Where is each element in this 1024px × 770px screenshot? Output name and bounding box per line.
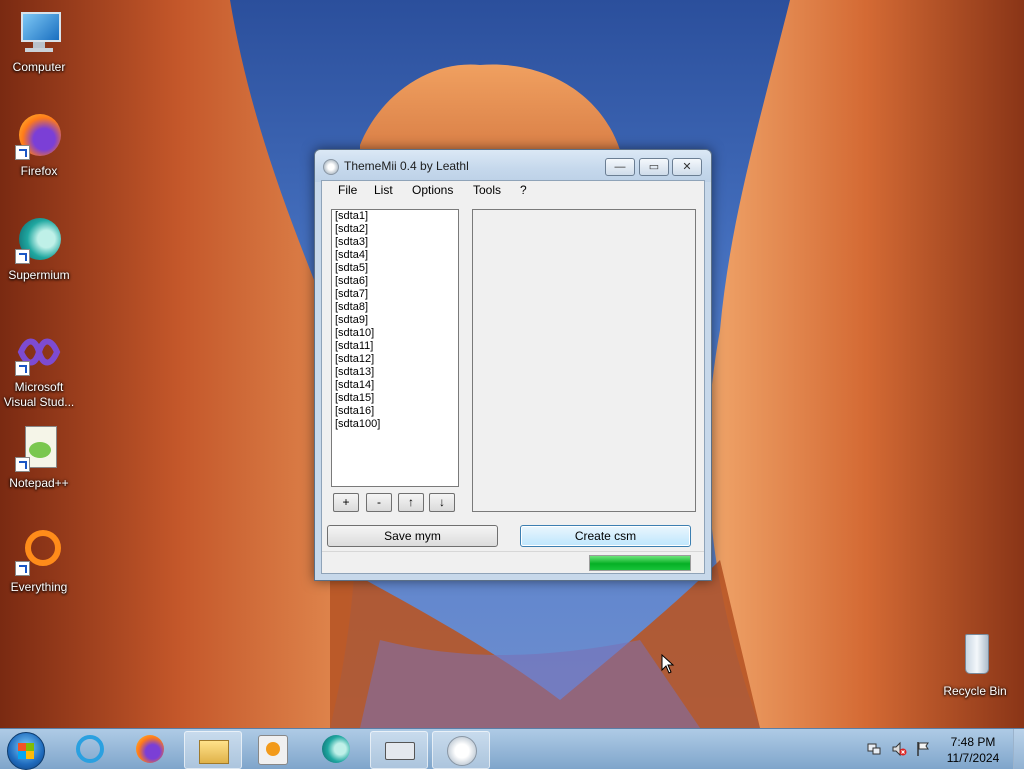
list-item[interactable]: [sdta8] <box>332 301 458 314</box>
list-item[interactable]: [sdta1] <box>332 210 458 223</box>
list-item[interactable]: [sdta11] <box>332 340 458 353</box>
list-item[interactable]: [sdta16] <box>332 405 458 418</box>
clock-date: 11/7/2024 <box>946 751 1000 765</box>
taskbar-supermium[interactable] <box>308 731 364 767</box>
close-icon: ✕ <box>682 161 692 173</box>
maximize-icon: ▭ <box>648 161 660 173</box>
list-item[interactable]: [sdta100] <box>332 418 458 431</box>
list-item[interactable]: [sdta2] <box>332 223 458 236</box>
list-item[interactable]: [sdta14] <box>332 379 458 392</box>
taskbar-keyboard-settings[interactable] <box>370 731 428 769</box>
notepadpp-icon <box>15 424 63 472</box>
list-item[interactable]: [sdta15] <box>332 392 458 405</box>
move-down-button[interactable]: ↓ <box>429 493 455 512</box>
firefox-icon <box>136 735 164 763</box>
list-item[interactable]: [sdta13] <box>332 366 458 379</box>
menu-file[interactable]: File <box>338 183 357 197</box>
taskbar-file-explorer[interactable] <box>184 731 242 769</box>
menu-options[interactable]: Options <box>412 183 453 197</box>
desktop-icon-firefox[interactable]: Firefox <box>0 112 78 179</box>
desktop-icon-visual-studio[interactable]: Microsoft Visual Stud... <box>0 328 78 410</box>
taskbar: 7:48 PM 11/7/2024 <box>0 728 1024 770</box>
desktop-icon-supermium[interactable]: Supermium <box>0 216 78 283</box>
desktop-icon-computer[interactable]: Computer <box>0 8 78 75</box>
media-player-icon <box>258 735 288 765</box>
keyboard-settings-icon <box>385 742 415 760</box>
taskbar-thememii[interactable] <box>432 731 490 769</box>
shortcut-arrow-icon <box>15 145 30 160</box>
desktop-icon-label: Computer <box>12 60 66 74</box>
computer-icon <box>15 8 63 56</box>
window-titlebar[interactable]: ThemeMii 0.4 by Leathl — ▭ ✕ <box>315 150 711 182</box>
remove-item-button[interactable]: - <box>366 493 392 512</box>
progress-bar <box>589 555 691 571</box>
list-item[interactable]: [sdta9] <box>332 314 458 327</box>
menu-tools[interactable]: Tools <box>473 183 501 197</box>
thememii-icon <box>447 736 477 766</box>
taskbar-firefox[interactable] <box>122 731 178 767</box>
preview-panel <box>472 209 696 512</box>
windows-logo-icon-lower <box>18 751 34 759</box>
desktop-icon-label: Microsoft Visual Stud... <box>3 380 75 409</box>
shortcut-arrow-icon <box>15 457 30 472</box>
supermium-icon <box>322 735 350 763</box>
desktop-icon-label: Recycle Bin <box>943 684 1007 698</box>
thememii-window: ThemeMii 0.4 by Leathl — ▭ ✕ File List O… <box>314 149 712 581</box>
system-clock[interactable]: 7:48 PM 11/7/2024 <box>940 734 1006 766</box>
file-explorer-icon <box>199 740 229 764</box>
status-bar <box>322 551 704 574</box>
desktop-icon-label: Notepad++ <box>9 476 69 490</box>
list-item[interactable]: [sdta7] <box>332 288 458 301</box>
network-icon[interactable] <box>866 741 882 757</box>
move-up-button[interactable]: ↑ <box>398 493 424 512</box>
save-mym-button[interactable]: Save mym <box>327 525 498 547</box>
window-title: ThemeMii 0.4 by Leathl <box>344 159 469 173</box>
list-item[interactable]: [sdta10] <box>332 327 458 340</box>
shortcut-arrow-icon <box>15 361 30 376</box>
action-center-flag-icon[interactable] <box>915 741 931 757</box>
progress-fill <box>590 556 690 570</box>
taskbar-internet-explorer[interactable] <box>62 731 118 767</box>
supermium-icon <box>15 216 63 264</box>
show-desktop-button[interactable] <box>1013 729 1024 769</box>
shortcut-arrow-icon <box>15 561 30 576</box>
desktop-icon-label: Supermium <box>8 268 70 282</box>
clock-time: 7:48 PM <box>950 735 996 749</box>
taskbar-media-player[interactable] <box>244 731 300 767</box>
recycle-bin-icon <box>951 632 999 680</box>
sdta-listbox[interactable]: [sdta1] [sdta2] [sdta3] [sdta4] [sdta5] … <box>331 209 459 487</box>
create-csm-button[interactable]: Create csm <box>520 525 691 547</box>
menu-list[interactable]: List <box>374 183 393 197</box>
maximize-button[interactable]: ▭ <box>639 158 669 176</box>
add-item-button[interactable]: + <box>333 493 359 512</box>
desktop-icon-notepadpp[interactable]: Notepad++ <box>0 424 78 491</box>
list-item[interactable]: [sdta5] <box>332 262 458 275</box>
volume-muted-icon[interactable] <box>891 741 907 757</box>
firefox-icon <box>15 112 63 160</box>
minimize-icon: — <box>614 161 626 173</box>
list-item[interactable]: [sdta12] <box>332 353 458 366</box>
menu-help[interactable]: ? <box>520 183 527 197</box>
visual-studio-icon <box>15 328 63 376</box>
minimize-button[interactable]: — <box>605 158 635 176</box>
shortcut-arrow-icon <box>15 249 30 264</box>
everything-icon <box>15 528 63 576</box>
start-button[interactable] <box>7 732 45 770</box>
mouse-cursor-icon <box>661 654 675 674</box>
thememii-app-icon <box>323 159 339 175</box>
close-button[interactable]: ✕ <box>672 158 702 176</box>
desktop-icon-recycle-bin[interactable]: Recycle Bin <box>936 632 1014 699</box>
desktop-icon-everything[interactable]: Everything <box>0 528 78 595</box>
list-item[interactable]: [sdta3] <box>332 236 458 249</box>
window-client-area: File List Options Tools ? [sdta1] [sdta2… <box>321 180 705 574</box>
list-item[interactable]: [sdta6] <box>332 275 458 288</box>
desktop-icon-label: Everything <box>10 580 68 594</box>
internet-explorer-icon <box>76 735 104 763</box>
desktop-icon-label: Firefox <box>20 164 58 178</box>
menu-bar: File List Options Tools ? <box>322 181 704 200</box>
list-item[interactable]: [sdta4] <box>332 249 458 262</box>
